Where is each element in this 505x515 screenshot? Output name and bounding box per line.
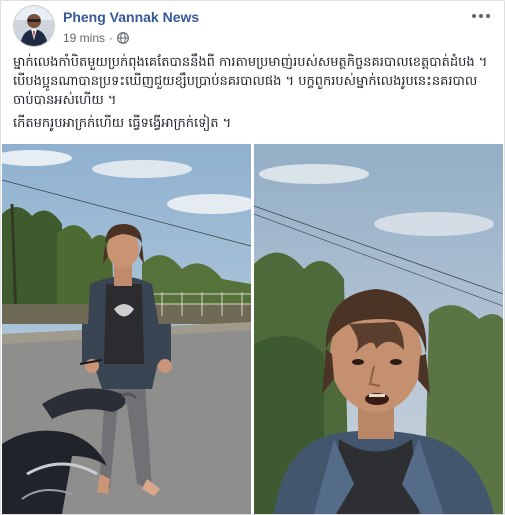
post-meta: 19 mins · [63,31,129,45]
more-options-icon[interactable] [468,7,494,25]
page-name-link[interactable]: Pheng Vannak News [63,9,199,25]
post-paragraph: កើតមករូបអាក្រក់ហើយ ធ្វើទង្វើអាក្រក់ទៀត ។ [13,116,232,131]
globe-icon [117,32,129,44]
post-timestamp[interactable]: 19 mins [63,31,105,45]
man-walking-on-road-photo[interactable] [2,144,251,514]
photo-grid [2,144,503,514]
post-message: ម្នាក់លេងកាំបិតមួយប្រក់ពុងគេតែបាននឹងពី ក… [13,53,495,137]
meta-separator: · [109,31,114,45]
post-paragraph: ម្នាក់លេងកាំបិតមួយប្រក់ពុងគេតែបាននឹងពី ក… [13,55,488,108]
man-closeup-photo[interactable] [254,144,503,514]
page-avatar[interactable] [13,5,55,47]
post-card: Pheng Vannak News 19 mins · ម្នាក់លេងកាំ… [0,0,505,515]
